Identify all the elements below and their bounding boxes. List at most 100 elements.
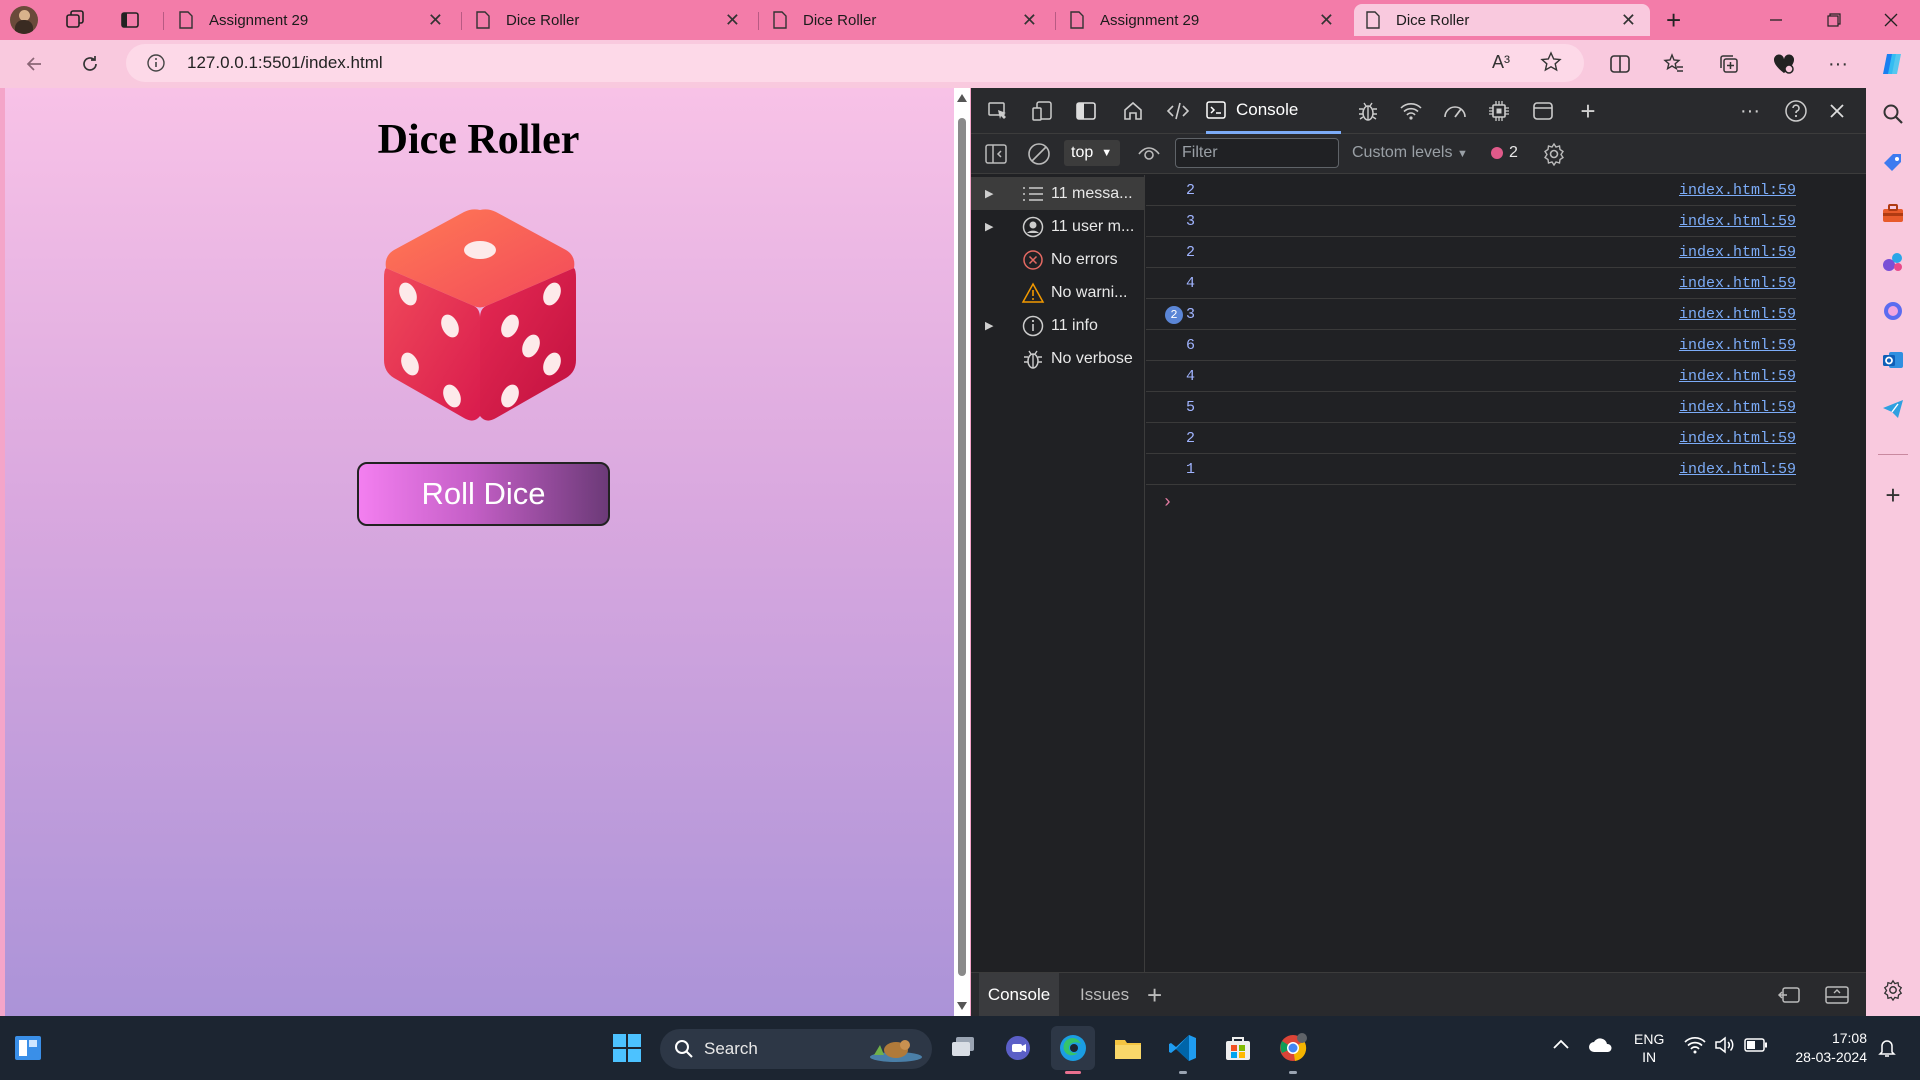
sidebar-item-user-messages[interactable]: ▶ 11 user m...: [971, 210, 1145, 243]
battery-icon[interactable]: [1744, 1038, 1768, 1052]
close-icon[interactable]: ✕: [1319, 10, 1334, 31]
context-select[interactable]: top ▼: [1064, 140, 1120, 166]
tab-assignment-29-a[interactable]: Assignment 29 ✕: [167, 4, 457, 36]
outlook-icon[interactable]: [1879, 346, 1907, 374]
language-indicator[interactable]: ENG IN: [1634, 1030, 1664, 1066]
microsoft-store-icon[interactable]: [1216, 1026, 1260, 1070]
drawer-collapse-icon[interactable]: [1825, 985, 1849, 1005]
profile-avatar[interactable]: [10, 6, 38, 34]
close-icon[interactable]: ✕: [1621, 10, 1636, 31]
drawer-tab-console[interactable]: Console: [979, 973, 1059, 1017]
log-source-link[interactable]: index.html:59: [1679, 275, 1796, 292]
filter-input[interactable]: [1175, 138, 1339, 168]
tab-actions-icon[interactable]: [120, 10, 140, 30]
settings-more-icon[interactable]: ···: [1822, 48, 1854, 80]
refresh-icon[interactable]: [74, 48, 106, 80]
window-close-icon[interactable]: [1862, 0, 1920, 40]
sidebar-item-info[interactable]: ▶ 11 info: [971, 309, 1145, 342]
tab-dice-roller-active[interactable]: Dice Roller ✕: [1354, 4, 1650, 36]
log-source-link[interactable]: index.html:59: [1679, 337, 1796, 354]
edge-browser-icon[interactable]: [1051, 1026, 1095, 1074]
application-icon[interactable]: [1528, 96, 1558, 126]
page-scrollbar[interactable]: [954, 88, 970, 1016]
notifications-bell-icon[interactable]: [1878, 1038, 1896, 1058]
sidebar-toggle-icon[interactable]: [985, 144, 1007, 164]
log-source-link[interactable]: index.html:59: [1679, 213, 1796, 230]
log-source-link[interactable]: index.html:59: [1679, 306, 1796, 323]
welcome-home-icon[interactable]: [1118, 96, 1148, 126]
taskbar-search[interactable]: Search: [660, 1029, 932, 1069]
drawer-add-tab-icon[interactable]: +: [1147, 973, 1162, 1017]
vscode-icon[interactable]: [1161, 1026, 1205, 1074]
tab-console[interactable]: Console: [1206, 88, 1341, 134]
network-wifi-icon[interactable]: [1396, 96, 1426, 126]
split-screen-icon[interactable]: [1604, 48, 1636, 80]
close-devtools-icon[interactable]: [1822, 96, 1852, 126]
custom-levels-dropdown[interactable]: Custom levels ▼: [1352, 144, 1468, 162]
drawer-tab-issues[interactable]: Issues: [1080, 973, 1129, 1017]
start-windows-icon[interactable]: [605, 1026, 649, 1070]
read-aloud-icon[interactable]: A³: [1492, 52, 1510, 73]
volume-icon[interactable]: [1714, 1036, 1736, 1054]
roll-dice-button[interactable]: Roll Dice: [357, 462, 610, 526]
log-source-link[interactable]: index.html:59: [1679, 461, 1796, 478]
sidebar-item-messages[interactable]: ▶ 11 messa...: [971, 177, 1145, 210]
tab-dice-roller-b[interactable]: Dice Roller ✕: [761, 4, 1051, 36]
sidebar-item-errors[interactable]: No errors: [971, 243, 1145, 276]
sidebar-item-verbose[interactable]: No verbose: [971, 342, 1145, 375]
sidebar-settings-icon[interactable]: [1879, 976, 1907, 1004]
device-emulation-icon[interactable]: [1027, 96, 1057, 126]
address-bar[interactable]: 127.0.0.1:5501/index.html A³: [126, 44, 1584, 82]
clock[interactable]: 17:08 28-03-2024: [1787, 1029, 1867, 1067]
log-source-link[interactable]: index.html:59: [1679, 430, 1796, 447]
sources-bug-icon[interactable]: [1353, 96, 1383, 126]
new-tab-icon[interactable]: +: [1666, 7, 1681, 33]
issues-counter[interactable]: 2: [1491, 144, 1518, 162]
file-explorer-icon[interactable]: [1106, 1026, 1150, 1070]
live-expression-eye-icon[interactable]: [1137, 144, 1161, 164]
console-scrollbar[interactable]: [1846, 175, 1866, 972]
scrollbar-thumb[interactable]: [958, 118, 966, 976]
log-source-link[interactable]: index.html:59: [1679, 368, 1796, 385]
add-sidebar-app-icon[interactable]: +: [1879, 480, 1907, 510]
search-icon[interactable]: [1879, 100, 1907, 128]
favorites-icon[interactable]: [1658, 48, 1690, 80]
task-view-icon[interactable]: [942, 1026, 986, 1070]
send-telegram-icon[interactable]: [1879, 395, 1907, 423]
tab-dice-roller-a[interactable]: Dice Roller ✕: [464, 4, 754, 36]
drawer-dock-icon[interactable]: [1777, 985, 1801, 1005]
close-icon[interactable]: ✕: [428, 10, 443, 31]
clear-console-icon[interactable]: [1027, 142, 1051, 166]
expand-arrow-icon[interactable]: ▶: [971, 319, 1015, 332]
url-text[interactable]: 127.0.0.1:5501/index.html: [187, 53, 383, 73]
inspect-element-icon[interactable]: [983, 96, 1013, 126]
console-settings-gear-icon[interactable]: [1542, 142, 1566, 166]
tools-toolbox-icon[interactable]: [1879, 199, 1907, 227]
more-tools-plus-icon[interactable]: +: [1573, 96, 1603, 126]
performance-icon[interactable]: [1440, 96, 1470, 126]
show-hidden-icons-icon[interactable]: [1552, 1038, 1570, 1050]
tab-assignment-29-b[interactable]: Assignment 29 ✕: [1058, 4, 1348, 36]
site-info-icon[interactable]: [146, 53, 166, 73]
memory-chip-icon[interactable]: [1484, 96, 1514, 126]
copilot-side-icon[interactable]: [1879, 297, 1907, 325]
browser-essentials-icon[interactable]: [1768, 48, 1800, 80]
expand-arrow-icon[interactable]: ▶: [971, 187, 1015, 200]
collections-icon[interactable]: [1713, 48, 1745, 80]
favorite-star-icon[interactable]: [1540, 51, 1562, 73]
wifi-icon[interactable]: [1684, 1036, 1706, 1054]
log-source-link[interactable]: index.html:59: [1679, 182, 1796, 199]
dock-side-icon[interactable]: [1071, 96, 1101, 126]
games-icon[interactable]: [1879, 248, 1907, 276]
back-icon[interactable]: [18, 48, 50, 80]
log-source-link[interactable]: index.html:59: [1679, 399, 1796, 416]
restore-icon[interactable]: [1805, 0, 1863, 40]
minimize-icon[interactable]: [1747, 0, 1805, 40]
help-icon[interactable]: [1781, 96, 1811, 126]
chrome-icon[interactable]: [1271, 1026, 1315, 1074]
onedrive-cloud-icon[interactable]: [1588, 1036, 1614, 1054]
shopping-tag-icon[interactable]: [1879, 149, 1907, 177]
sidebar-item-warnings[interactable]: No warni...: [971, 276, 1145, 309]
customize-menu-icon[interactable]: ···: [1735, 96, 1765, 126]
widgets-icon[interactable]: [6, 1026, 50, 1070]
